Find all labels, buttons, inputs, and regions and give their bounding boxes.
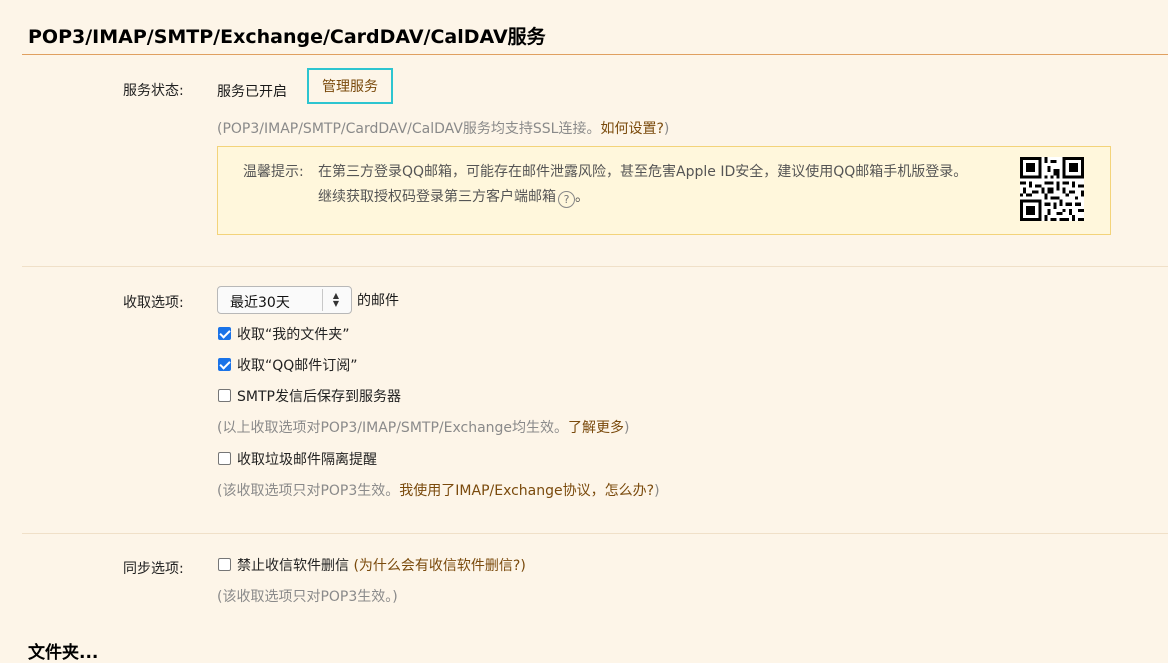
notice-label: 温馨提示: xyxy=(243,164,304,180)
receive-my-folders-checkbox[interactable] xyxy=(218,327,231,340)
spam-reminder-label[interactable]: 收取垃圾邮件隔离提醒 xyxy=(237,449,377,469)
ssl-hint: (POP3/IMAP/SMTP/CardDAV/CalDAV服务均支持SSL连接… xyxy=(217,118,669,138)
next-section-title: 文件夹... xyxy=(28,643,99,663)
title-divider xyxy=(22,54,1168,55)
smtp-save-sent-checkbox[interactable] xyxy=(218,389,231,402)
notice-line2-suffix: 。 xyxy=(575,189,589,205)
sync-hint: (该收取选项只对POP3生效。) xyxy=(217,589,398,605)
ssl-hint-suffix: ) xyxy=(663,121,670,137)
learn-more-link[interactable]: 了解更多 xyxy=(568,420,624,436)
sync-options-label: 同步选项: xyxy=(123,561,184,577)
receive-hint: (以上收取选项对POP3/IMAP/SMTP/Exchange均生效。了解更多) xyxy=(217,417,630,437)
notice-text-2: 继续获取授权码登录第三方客户端邮箱?。 xyxy=(318,186,589,208)
updown-chevron-icon: ▲ ▼ xyxy=(322,289,349,311)
question-circle-icon[interactable]: ? xyxy=(558,191,575,208)
prevent-client-delete-label: 禁止收信软件删信 (为什么会有收信软件删信?) xyxy=(237,555,526,575)
smtp-save-sent-label[interactable]: SMTP发信后保存到服务器 xyxy=(237,386,401,406)
receive-subscriptions-label[interactable]: 收取“QQ邮件订阅” xyxy=(237,355,358,375)
manage-service-link[interactable]: 管理服务 xyxy=(307,68,393,104)
pop3-only-hint: (该收取选项只对POP3生效。我使用了IMAP/Exchange协议，怎么办?) xyxy=(217,480,660,500)
auth-code-link[interactable]: 继续获取授权码登录第三方客户端邮箱 xyxy=(318,189,556,205)
receive-range-suffix: 的邮件 xyxy=(357,293,399,309)
prevent-client-delete-text[interactable]: 禁止收信软件删信 xyxy=(237,558,349,574)
how-to-setup-link[interactable]: 如何设置? xyxy=(600,121,663,137)
receive-range-value: 最近30天 xyxy=(230,295,290,311)
qr-code-icon xyxy=(1020,157,1084,221)
spam-reminder-checkbox[interactable] xyxy=(218,452,231,465)
ssl-hint-prefix: (POP3/IMAP/SMTP/CardDAV/CalDAV服务均支持SSL连接… xyxy=(217,121,601,137)
receive-hint-prefix: (以上收取选项对POP3/IMAP/SMTP/Exchange均生效。 xyxy=(217,420,569,436)
notice-text: 在第三方登录QQ邮箱，可能存在邮件泄露风险，甚至危害Apple ID安全，建议使… xyxy=(318,164,968,180)
section-divider xyxy=(22,266,1168,267)
page-title: POP3/IMAP/SMTP/Exchange/CardDAV/CalDAV服务 xyxy=(28,26,546,48)
pop3-hint-prefix: (该收取选项只对POP3生效。 xyxy=(217,483,400,499)
pop3-hint-suffix: ) xyxy=(654,483,660,499)
why-delete-link[interactable]: (为什么会有收信软件删信?) xyxy=(353,558,525,574)
receive-hint-suffix: ) xyxy=(624,420,630,436)
receive-my-folders-label[interactable]: 收取“我的文件夹” xyxy=(237,324,350,344)
security-notice: 温馨提示: 在第三方登录QQ邮箱，可能存在邮件泄露风险，甚至危害Apple ID… xyxy=(217,146,1111,235)
receive-options-label: 收取选项: xyxy=(123,295,184,311)
section-divider xyxy=(22,533,1168,534)
service-status-label: 服务状态: xyxy=(123,83,184,99)
receive-subscriptions-checkbox[interactable] xyxy=(218,358,231,371)
service-status-text: 服务已开启 xyxy=(217,84,287,100)
prevent-client-delete-checkbox[interactable] xyxy=(218,558,231,571)
receive-range-select[interactable]: 最近30天 ▲ ▼ xyxy=(217,286,352,314)
imap-exchange-help-link[interactable]: 我使用了IMAP/Exchange协议，怎么办? xyxy=(399,483,654,499)
